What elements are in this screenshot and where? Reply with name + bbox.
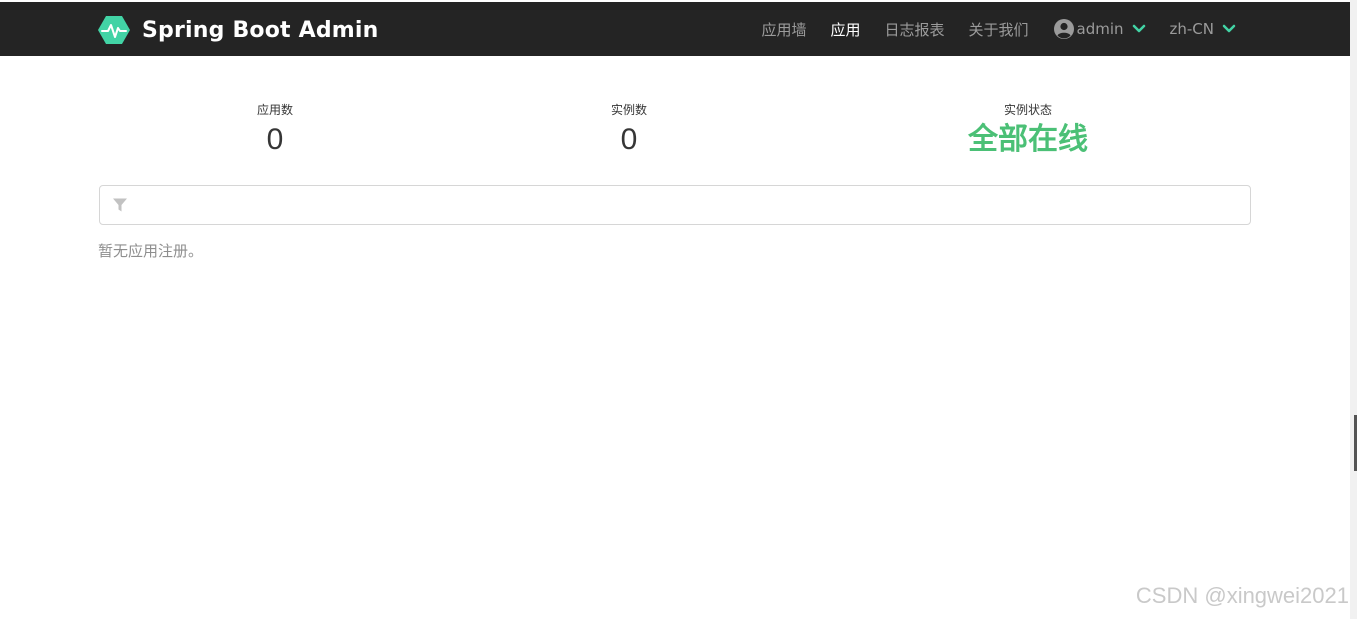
- user-circle-icon: [1053, 19, 1074, 39]
- stat-instances-label: 实例数: [610, 103, 647, 117]
- stat-applications-label: 应用数: [256, 103, 293, 117]
- chevron-down-icon: [1222, 24, 1236, 33]
- brand-title: Spring Boot Admin: [142, 17, 379, 43]
- application-filter: [99, 185, 1251, 225]
- top-navbar: Spring Boot Admin 应用墙 应用 日志报表 关于我们 admin…: [0, 2, 1350, 56]
- stat-instance-status-value: 全部在线: [968, 123, 1088, 156]
- nav-item-applications[interactable]: 应用: [818, 19, 872, 40]
- heartbeat-hexagon-icon: [98, 16, 130, 44]
- nav-item-wallboard[interactable]: 应用墙: [749, 19, 818, 40]
- watermark: CSDN @xingwei2021: [1135, 583, 1349, 608]
- stat-applications: 应用数 0: [225, 100, 325, 160]
- stat-instance-status: 实例状态 全部在线: [928, 100, 1128, 160]
- stats-summary: 应用数 0 实例数 0 实例状态 全部在线: [98, 100, 1250, 170]
- filter-input[interactable]: [138, 187, 1250, 223]
- scrollbar[interactable]: [1350, 0, 1357, 619]
- stat-instances: 实例数 0: [579, 100, 679, 160]
- main-nav: 应用墙 应用 日志报表 关于我们 admin zh-CN: [749, 2, 1248, 56]
- brand-link[interactable]: Spring Boot Admin: [98, 14, 379, 46]
- language-menu[interactable]: zh-CN: [1158, 20, 1249, 38]
- filter-icon: [113, 198, 127, 212]
- stat-applications-value: 0: [266, 123, 284, 156]
- language-menu-label: zh-CN: [1169, 20, 1215, 38]
- user-menu[interactable]: admin: [1041, 18, 1158, 40]
- stat-instance-status-label: 实例状态: [1003, 103, 1052, 117]
- user-menu-label: admin: [1076, 20, 1124, 38]
- nav-item-journal[interactable]: 日志报表: [872, 19, 956, 40]
- nav-item-about[interactable]: 关于我们: [956, 19, 1040, 40]
- stat-instances-value: 0: [620, 123, 638, 156]
- empty-state-message: 暂无应用注册。: [98, 242, 204, 260]
- chevron-down-icon: [1132, 24, 1145, 33]
